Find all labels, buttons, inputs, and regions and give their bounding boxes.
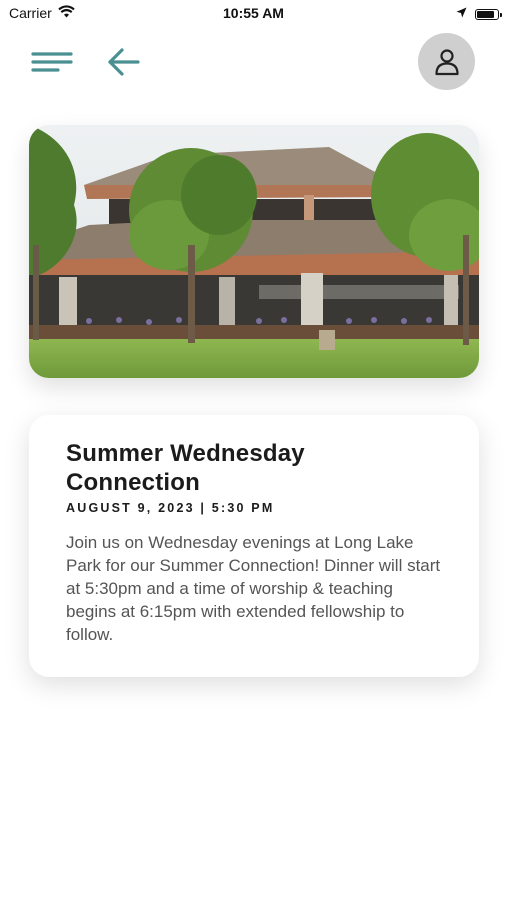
event-hero-image	[29, 125, 479, 378]
menu-button[interactable]	[30, 48, 74, 76]
event-description: Join us on Wednesday evenings at Long La…	[66, 533, 441, 644]
park-pavilion-photo	[29, 125, 479, 378]
arrow-left-icon	[108, 48, 140, 76]
back-button[interactable]	[104, 44, 144, 80]
battery-fill	[477, 10, 495, 18]
event-card: Summer Wednesday Connection AUGUST 9, 20…	[29, 415, 479, 677]
status-bar: Carrier 10:55 AM	[0, 0, 507, 28]
event-title: Summer Wednesday Connection	[66, 440, 305, 496]
status-right	[456, 5, 502, 23]
menu-icon	[31, 52, 73, 72]
profile-button[interactable]	[418, 33, 475, 90]
event-date: AUGUST 9, 2023 | 5:30 PM	[66, 501, 275, 515]
location-arrow-icon	[456, 5, 467, 23]
user-icon	[434, 48, 459, 75]
battery-icon	[475, 8, 502, 20]
status-time: 10:55 AM	[223, 5, 284, 21]
